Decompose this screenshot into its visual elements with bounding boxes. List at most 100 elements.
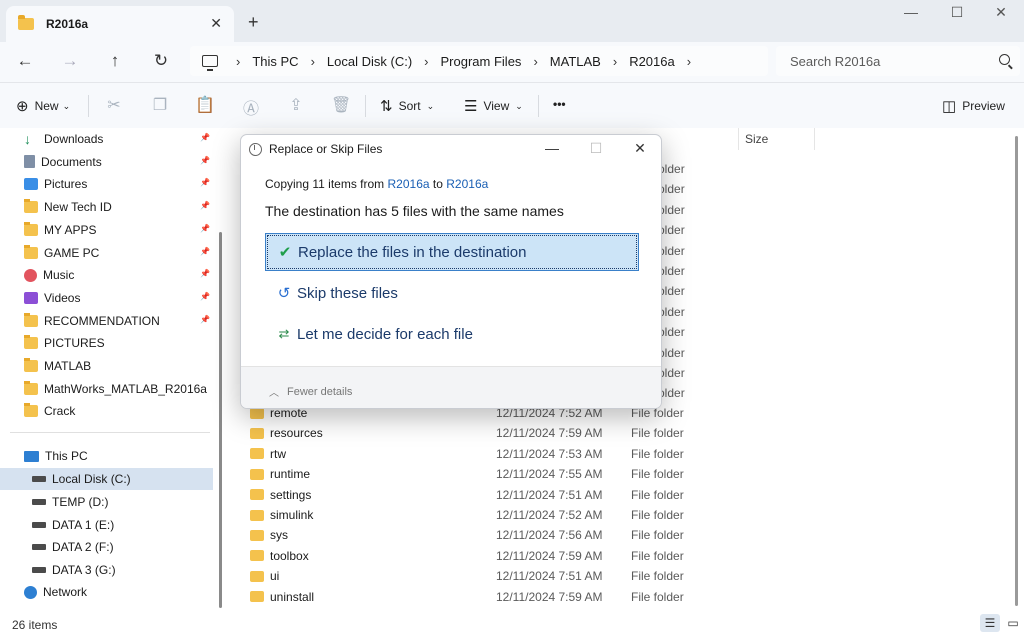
dialog-close-button[interactable]: ✕ — [625, 140, 655, 157]
file-row[interactable]: sys 12/11/2024 7:56 AM File folder — [250, 525, 990, 545]
preview-button[interactable]: ◫ Preview — [942, 97, 1005, 115]
sidebar-item[interactable]: ↓ Downloads — [24, 128, 103, 150]
sidebar-item[interactable]: MATLAB — [24, 355, 91, 377]
sidebar-item-label: MathWorks_MATLAB_R2016a — [44, 381, 207, 396]
up-button[interactable]: ↑ — [103, 51, 127, 71]
file-name: settings — [270, 487, 312, 502]
sidebar-item-label: GAME PC — [44, 245, 100, 260]
sidebar-item-drive[interactable]: TEMP (D:) — [0, 491, 108, 513]
breadcrumb-separator: › — [686, 53, 692, 69]
tab-title: R2016a — [46, 17, 89, 31]
source-folder-link[interactable]: R2016a — [388, 177, 430, 191]
file-row[interactable]: simulink 12/11/2024 7:52 AM File folder — [250, 505, 990, 525]
sidebar-item-label: MY APPS — [44, 222, 97, 237]
breadcrumb-local-disk[interactable]: Local Disk (C:) — [327, 54, 412, 69]
minimize-button[interactable]: — — [888, 4, 934, 20]
forward-button[interactable]: → — [58, 51, 82, 71]
sidebar-item-label: Crack — [44, 404, 76, 419]
sidebar-item[interactable]: Music — [24, 264, 74, 286]
sidebar-item-label: Videos — [44, 290, 81, 305]
search-placeholder: Search R2016a — [790, 54, 881, 69]
pin-icon: 📌 — [200, 155, 210, 165]
tab-r2016a[interactable]: R2016a ✕ — [6, 6, 234, 42]
sidebar-item-network[interactable]: Network — [24, 581, 87, 603]
folder-icon — [250, 591, 264, 603]
share-icon[interactable]: ⇪ — [286, 95, 306, 115]
preview-pane-icon: ◫ — [942, 98, 957, 115]
sidebar-item[interactable]: GAME PC — [24, 242, 99, 264]
file-list-scrollbar[interactable] — [1015, 136, 1018, 606]
documents-icon — [24, 155, 35, 169]
sidebar-item[interactable]: MY APPS — [24, 219, 96, 241]
file-row[interactable]: toolbox 12/11/2024 7:59 AM File folder — [250, 546, 990, 566]
column-divider — [814, 128, 815, 150]
sidebar-item-drive[interactable]: DATA 2 (F:) — [0, 536, 114, 558]
pin-icon: 📌 — [200, 291, 210, 301]
new-tab-button[interactable]: + — [248, 12, 259, 33]
new-button[interactable]: ⊕ New ⌄ — [16, 97, 70, 115]
sidebar-item-label: RECOMMENDATION — [44, 313, 160, 328]
breadcrumb-matlab[interactable]: MATLAB — [550, 54, 601, 69]
file-type: File folder — [631, 528, 684, 543]
skip-files-option[interactable]: ↺ Skip these files — [265, 274, 639, 312]
breadcrumb-program-files[interactable]: Program Files — [441, 54, 522, 69]
sort-icon: ⇅ — [380, 98, 393, 115]
sidebar-item-drive[interactable]: DATA 1 (E:) — [0, 514, 114, 536]
close-tab-icon[interactable]: ✕ — [210, 15, 222, 32]
sidebar-item[interactable]: Documents — [24, 151, 102, 173]
rename-icon[interactable]: Ⓐ — [241, 95, 261, 119]
sidebar-item[interactable]: RECOMMENDATION — [24, 310, 160, 332]
file-date: 12/11/2024 7:53 AM — [496, 446, 603, 461]
sidebar-item[interactable]: MathWorks_MATLAB_R2016a — [24, 378, 207, 400]
close-window-button[interactable]: ✕ — [978, 4, 1024, 21]
computer-icon — [24, 450, 39, 462]
fewer-details-button[interactable]: ︿ Fewer details — [269, 384, 352, 400]
sidebar-item[interactable]: Crack — [24, 400, 75, 422]
decide-each-option[interactable]: ⇄ Let me decide for each file — [265, 315, 639, 353]
file-row[interactable]: resources 12/11/2024 7:59 AM File folder — [250, 423, 990, 443]
column-header-size[interactable]: Size — [745, 132, 768, 146]
view-button[interactable]: ☰ View ⌄ — [464, 97, 523, 115]
sidebar-item[interactable]: PICTURES — [24, 332, 105, 354]
back-button[interactable]: ← — [13, 51, 37, 71]
sidebar-item-drive[interactable]: DATA 3 (G:) — [0, 559, 116, 581]
cut-icon[interactable]: ✂ — [104, 95, 124, 115]
sidebar-item[interactable]: New Tech ID — [24, 196, 112, 218]
sort-button[interactable]: ⇅ Sort ⌄ — [380, 97, 434, 115]
sidebar-item-drive[interactable]: Local Disk (C:) — [0, 468, 213, 490]
more-options-button[interactable]: ••• — [553, 97, 566, 111]
replace-files-option[interactable]: ✔ Replace the files in the destination — [265, 233, 639, 271]
drive-icon — [32, 544, 46, 551]
file-name: sys — [270, 528, 288, 543]
refresh-button[interactable]: ↻ — [149, 51, 173, 71]
maximize-button[interactable]: ☐ — [934, 4, 980, 21]
file-row[interactable]: uninstall 12/11/2024 7:59 AM File folder — [250, 587, 990, 607]
sidebar-scrollbar[interactable] — [219, 232, 222, 608]
file-type: File folder — [631, 569, 684, 584]
details-view-icon[interactable]: ☰ — [980, 614, 1000, 632]
file-date: 12/11/2024 7:52 AM — [496, 508, 603, 522]
destination-folder-link[interactable]: R2016a — [446, 177, 488, 191]
pin-icon: 📌 — [200, 201, 210, 211]
copy-summary: Copying 11 items from R2016a to R2016a — [265, 177, 488, 191]
sidebar-item[interactable]: Pictures — [24, 173, 87, 195]
sidebar-item[interactable]: Videos — [24, 287, 80, 309]
file-row[interactable]: runtime 12/11/2024 7:55 AM File folder — [250, 464, 990, 484]
file-row[interactable]: ui 12/11/2024 7:51 AM File folder — [250, 566, 990, 586]
status-bar: 26 items ☰ ▭ — [0, 612, 1024, 635]
address-bar[interactable]: › This PC › Local Disk (C:) › Program Fi… — [190, 46, 768, 76]
file-row[interactable]: rtw 12/11/2024 7:53 AM File folder — [250, 444, 990, 464]
dialog-minimize-button[interactable]: — — [537, 140, 567, 156]
file-row[interactable]: settings 12/11/2024 7:51 AM File folder — [250, 485, 990, 505]
folder-icon — [24, 335, 38, 350]
navigation-pane: ↓ Downloads 📌 Documents 📌 Pictures 📌 New Tech I… — [0, 128, 226, 612]
sidebar-item-label: Documents — [41, 154, 102, 169]
sidebar-item-this-pc[interactable]: This PC — [24, 445, 88, 467]
delete-icon[interactable]: 🗑 — [331, 95, 351, 115]
tiles-view-icon[interactable]: ▭ — [1003, 614, 1023, 632]
breadcrumb-this-pc[interactable]: This PC — [252, 54, 298, 69]
copy-icon[interactable]: ❐ — [150, 95, 170, 115]
paste-icon[interactable]: 📋 — [195, 95, 215, 115]
breadcrumb-r2016a[interactable]: R2016a — [629, 54, 675, 69]
search-input[interactable]: Search R2016a — [776, 46, 1020, 76]
